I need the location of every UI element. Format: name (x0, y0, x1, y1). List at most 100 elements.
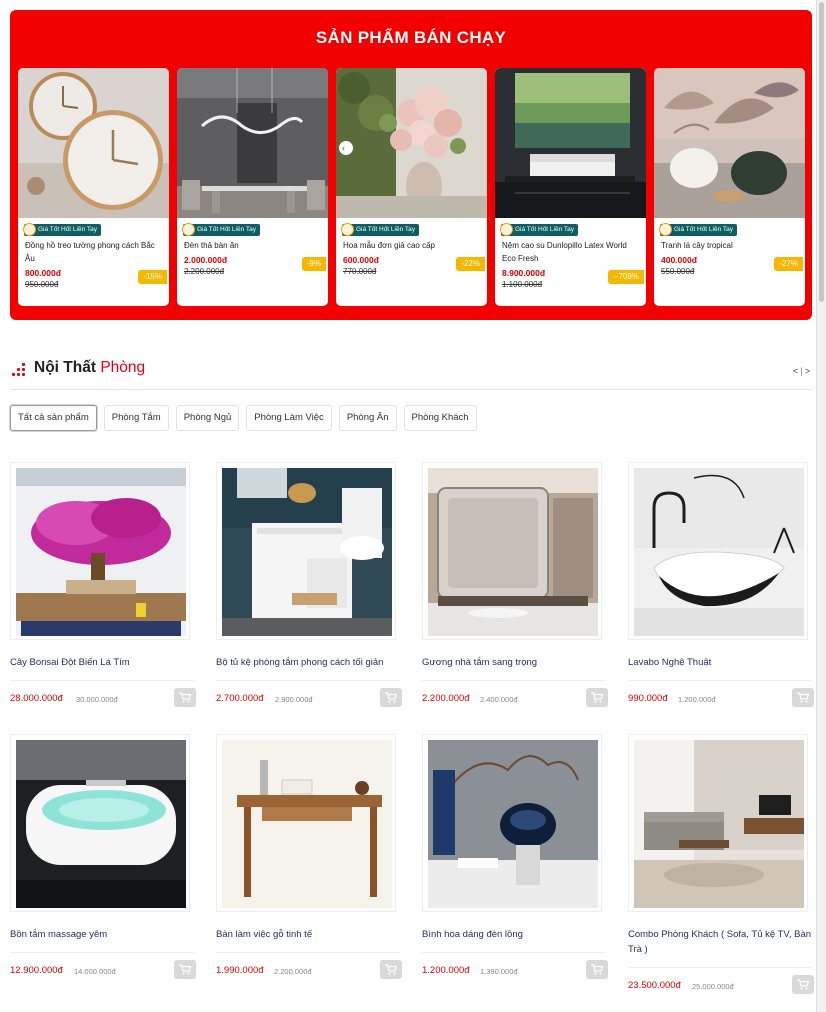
product-divider (628, 680, 812, 681)
bestseller-card[interactable]: Giá Tốt Hốt Liền Tay Đèn thả bàn ăn 2.00… (177, 68, 328, 306)
product-image[interactable] (628, 462, 808, 640)
product-image[interactable] (18, 68, 169, 218)
product-image[interactable] (422, 462, 602, 640)
deal-tag-icon (500, 223, 513, 236)
product-card[interactable]: Lavabo Nghệ Thuật 990.000đ 1.200.000đ (628, 462, 814, 714)
cart-icon (179, 964, 191, 975)
cart-icon (179, 692, 191, 703)
product-card[interactable]: Bồn tắm massage yêm 12.900.000đ 14.000.0… (10, 734, 196, 986)
scrollbar-thumb[interactable] (819, 2, 824, 302)
product-name[interactable]: Đồng hồ treo tường phong cách Bắc Âu (25, 239, 160, 265)
product-name[interactable]: Nệm cao su Dunlopillo Latex World Eco Fr… (502, 239, 637, 265)
product-image[interactable]: ‹ (336, 68, 487, 218)
section-title-main: Nội Thất (34, 359, 96, 376)
product-price: 23.500.000đ (628, 980, 681, 991)
product-image[interactable] (628, 734, 808, 912)
product-image[interactable] (654, 68, 805, 218)
product-card[interactable]: Bàn làm việc gỗ tinh tế 1.990.000đ 2.200… (216, 734, 402, 986)
discount-badge: --709% (608, 270, 644, 284)
product-name[interactable]: Hoa mẫu đơn giả cao cấp (343, 239, 478, 252)
product-old-price: 1.200.000đ (678, 695, 716, 704)
product-old-price: 1.390.000đ (480, 967, 518, 976)
tab-bedroom[interactable]: Phòng Ngủ (175, 405, 240, 431)
discount-badge: -22% (456, 257, 485, 271)
product-old-price: 2.900.000đ (275, 695, 313, 704)
product-name[interactable]: Bồn tắm massage yêm (10, 927, 202, 942)
deal-tag-icon (341, 223, 354, 236)
deal-tag-icon (23, 223, 36, 236)
tab-bathroom[interactable]: Phòng Tắm (103, 405, 169, 431)
deal-badge: Giá Tốt Hốt Liền Tay (659, 223, 738, 236)
product-image[interactable] (10, 734, 190, 912)
deal-badge-label: Giá Tốt Hốt Liền Tay (197, 226, 257, 233)
add-to-cart-button[interactable] (792, 688, 814, 707)
add-to-cart-button[interactable] (586, 960, 608, 979)
product-image[interactable] (177, 68, 328, 218)
product-name[interactable]: Bình hoa dáng đèn lồng (422, 927, 614, 942)
product-old-price: 25.000.000đ (692, 982, 734, 991)
discount-badge: -9% (301, 257, 326, 271)
bestseller-card[interactable]: Giá Tốt Hốt Liền Tay Tranh lá cây tropic… (654, 68, 805, 306)
deal-badge: Giá Tốt Hốt Liền Tay (182, 223, 261, 236)
product-price: 12.900.000đ (10, 965, 63, 976)
tab-dining[interactable]: Phòng Ăn (338, 405, 397, 431)
room-section-header: Nội Thất Phòng < | > (10, 356, 812, 384)
bestseller-card[interactable]: Giá Tốt Hốt Liền Tay Nệm cao su Dunlopil… (495, 68, 646, 306)
product-name[interactable]: Gương nhà tắm sang trọng (422, 655, 614, 670)
add-to-cart-button[interactable] (174, 688, 196, 707)
deal-badge-label: Giá Tốt Hốt Liền Tay (356, 226, 416, 233)
product-old-price: 2.200.000đ (274, 967, 312, 976)
product-name[interactable]: Lavabo Nghệ Thuật (628, 655, 820, 670)
deal-badge-label: Giá Tốt Hốt Liền Tay (515, 226, 575, 233)
product-price: 2.000.000đ (184, 255, 228, 265)
cart-icon (797, 979, 809, 990)
product-name[interactable]: Bộ tủ kệ phòng tắm phong cách tối giản (216, 655, 408, 670)
product-image[interactable] (216, 462, 396, 640)
product-old-price: 550.000đ (661, 267, 695, 276)
deal-badge-label: Giá Tốt Hốt Liền Tay (674, 226, 734, 233)
product-price: 1.990.000đ (216, 965, 264, 976)
add-to-cart-button[interactable] (174, 960, 196, 979)
add-to-cart-button[interactable] (380, 688, 402, 707)
section-divider (10, 389, 812, 390)
product-card[interactable]: Bình hoa dáng đèn lồng 1.200.000đ 1.390.… (422, 734, 608, 986)
product-divider (10, 952, 194, 953)
next-arrow-icon[interactable]: > (803, 366, 812, 376)
product-name[interactable]: Đèn thả bàn ăn (184, 239, 319, 252)
page-scrollbar[interactable] (816, 0, 826, 1012)
product-divider (628, 967, 812, 968)
product-card[interactable]: Gương nhà tắm sang trọng 2.200.000đ 2.40… (422, 462, 608, 714)
deal-tag-icon (182, 223, 195, 236)
product-name[interactable]: Bàn làm việc gỗ tinh tế (216, 927, 408, 942)
product-divider (422, 680, 606, 681)
product-card[interactable]: Combo Phòng Khách ( Sofa, Tủ kệ TV, Bàn … (628, 734, 814, 1000)
cart-icon (385, 692, 397, 703)
product-old-price: 30.000.000đ (76, 695, 118, 704)
deal-badge-label: Giá Tốt Hốt Liền Tay (38, 226, 98, 233)
cart-icon (591, 964, 603, 975)
product-price: 990.000đ (628, 693, 668, 704)
prev-arrow-icon[interactable]: < (791, 366, 800, 376)
discount-badge: -15% (138, 270, 167, 284)
product-name[interactable]: Cây Bonsai Đột Biến Lá Tím (10, 655, 202, 670)
product-price: 400.000đ (661, 255, 697, 265)
product-name[interactable]: Tranh lá cây tropical (661, 239, 796, 252)
product-image[interactable] (495, 68, 646, 218)
product-image[interactable] (422, 734, 602, 912)
product-image[interactable] (10, 462, 190, 640)
product-divider (216, 680, 400, 681)
bestseller-card[interactable]: ‹ Giá Tốt Hốt Liền Tay Hoa mẫu đơn giả c… (336, 68, 487, 306)
add-to-cart-button[interactable] (586, 688, 608, 707)
deal-badge: Giá Tốt Hốt Liền Tay (23, 223, 102, 236)
bestseller-title: SẢN PHẨM BÁN CHẠY (315, 28, 507, 47)
product-image[interactable] (216, 734, 396, 912)
tab-all-products[interactable]: Tất cả sản phẩm (10, 405, 97, 431)
add-to-cart-button[interactable] (380, 960, 402, 979)
tab-living[interactable]: Phòng Khách (403, 405, 477, 431)
tab-office[interactable]: Phòng Làm Việc (246, 405, 332, 431)
product-name[interactable]: Combo Phòng Khách ( Sofa, Tủ kệ TV, Bàn … (628, 927, 820, 957)
bestseller-card[interactable]: Giá Tốt Hốt Liền Tay Đồng hồ treo tường … (18, 68, 169, 306)
product-card[interactable]: Bộ tủ kệ phòng tắm phong cách tối giản 2… (216, 462, 402, 714)
add-to-cart-button[interactable] (792, 975, 814, 994)
product-card[interactable]: Cây Bonsai Đột Biến Lá Tím 28.000.000đ 3… (10, 462, 196, 714)
